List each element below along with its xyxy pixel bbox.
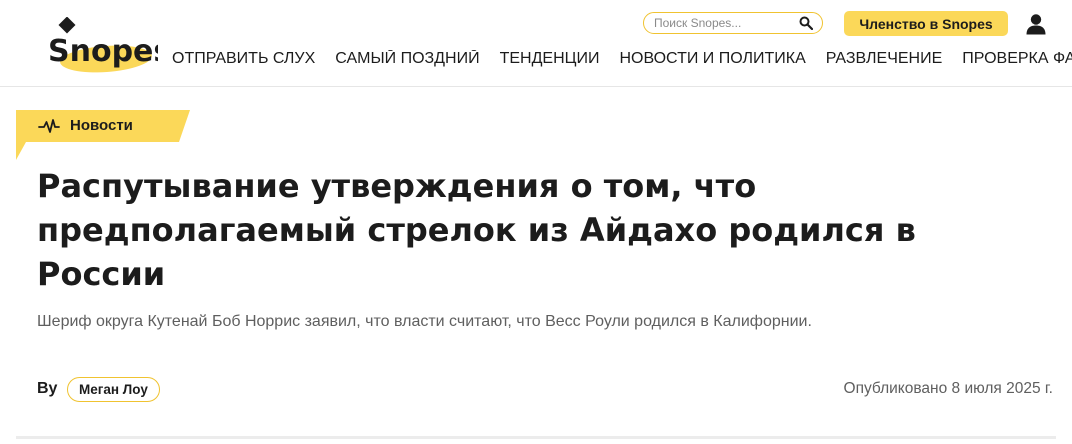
search-input[interactable] — [654, 15, 794, 31]
published-date: Опубликовано 8 июля 2025 г. — [843, 380, 1053, 397]
nav-item-entertainment[interactable]: РАЗВЛЕЧЕНИЕ — [826, 50, 942, 68]
nav-item-news-politics[interactable]: НОВОСТИ И ПОЛИТИКА — [619, 50, 805, 68]
site-header: Snopes Членство в Snopes ОТПРАВИТЬ СЛУХ С… — [0, 0, 1072, 87]
logo-diamond-icon — [58, 17, 76, 34]
category-tag[interactable]: Новости — [16, 110, 190, 160]
divider — [16, 436, 1056, 439]
search-icon[interactable] — [799, 16, 813, 30]
category-label: Новости — [70, 117, 133, 134]
nav-item-submit-rumor[interactable]: ОТПРАВИТЬ СЛУХ — [172, 50, 315, 68]
pulse-icon — [38, 119, 60, 133]
logo-text: Snopes — [48, 34, 158, 69]
snopes-logo[interactable]: Snopes — [46, 17, 158, 77]
author-link[interactable]: Меган Лоу — [67, 377, 160, 402]
article-subtitle: Шериф округа Кутенай Боб Норрис заявил, … — [37, 313, 812, 330]
article-title: Распутывание утверждения о том, что пред… — [37, 167, 916, 293]
nav-item-latest[interactable]: САМЫЙ ПОЗДНИЙ — [335, 50, 479, 68]
search-box — [643, 12, 823, 34]
main-nav: ОТПРАВИТЬ СЛУХ САМЫЙ ПОЗДНИЙ ТЕНДЕНЦИИ НОВО… — [172, 50, 1072, 72]
byline-label: By — [37, 380, 58, 397]
user-icon[interactable] — [1025, 13, 1047, 35]
nav-item-trends[interactable]: ТЕНДЕНЦИИ — [500, 50, 600, 68]
nav-item-fact-check[interactable]: ПРОВЕРКА ФАКТОВ — [962, 50, 1072, 68]
membership-button[interactable]: Членство в Snopes — [844, 11, 1008, 36]
